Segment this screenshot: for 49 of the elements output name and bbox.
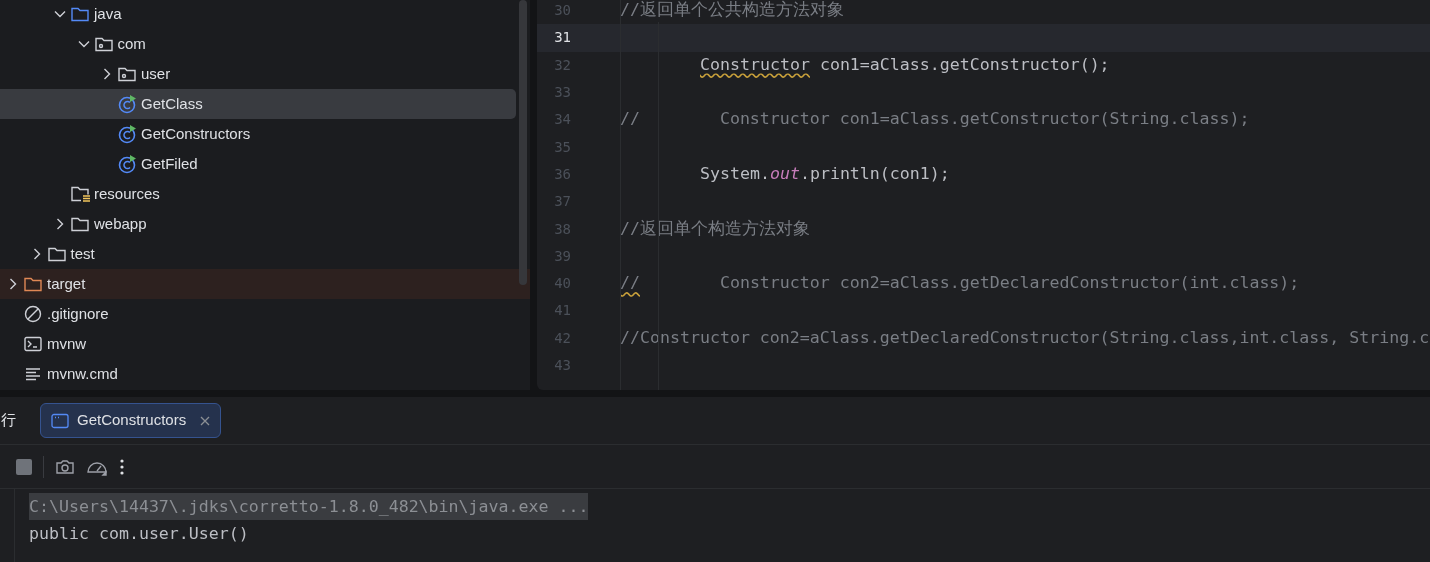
text-file-icon xyxy=(24,366,42,382)
code-token: con1=aClass.getConstructor(); xyxy=(818,53,1110,76)
package-icon xyxy=(118,66,136,82)
console-output: public com.user.User() xyxy=(29,523,249,545)
console-command: C:\Users\14437\.jdks\corretto-1.8.0_482\bin\java.exe ... xyxy=(29,493,589,520)
code-comment: //返回单个构造方法对象 xyxy=(620,217,810,240)
code-token: Constructor xyxy=(700,53,810,76)
run-tab[interactable]: GetConstructors xyxy=(40,403,222,438)
package-icon xyxy=(94,36,113,52)
ignored-file-icon xyxy=(24,305,42,323)
tree-item[interactable]: mvnw.cmd xyxy=(0,359,530,389)
tab-label: GetConstructors xyxy=(77,410,187,431)
window-icon xyxy=(51,412,69,429)
folder-icon xyxy=(47,246,66,262)
code-comment: // Constructor con1=aClass.getConstructor(String.class); xyxy=(620,108,1250,131)
line-number: 31 xyxy=(553,28,571,48)
tree-item[interactable]: test xyxy=(0,239,530,269)
class-icon xyxy=(118,124,138,144)
scrollbar[interactable] xyxy=(519,0,527,285)
tree-item[interactable]: target xyxy=(0,269,530,299)
stop-icon[interactable] xyxy=(16,458,32,475)
tree-item[interactable]: resources xyxy=(0,179,530,209)
code-comment: //返回单个公共构造方法对象 xyxy=(620,0,844,22)
camera-icon[interactable] xyxy=(55,457,75,476)
tree-item[interactable]: java xyxy=(0,0,530,29)
code-comment: Constructor con2=aClass.getDeclaredConstructor(int.class); xyxy=(718,272,1300,295)
code-comment: //Constructor con2=aClass.getDeclaredConstructor(String.class,int.class, String.c xyxy=(620,326,1430,349)
tree-item[interactable]: .gitignore xyxy=(0,299,530,329)
more-icon[interactable] xyxy=(119,457,125,476)
folder-icon xyxy=(71,6,89,22)
folder-icon xyxy=(71,216,89,232)
code-comment: // xyxy=(620,272,640,295)
tree-item[interactable]: GetFiled xyxy=(0,149,530,179)
tree-item[interactable]: user xyxy=(0,59,530,89)
terminal-icon xyxy=(24,336,42,352)
tree-item[interactable]: com xyxy=(0,29,530,59)
panel-title: 行 xyxy=(1,410,16,431)
close-icon[interactable] xyxy=(200,415,211,426)
tree-item[interactable]: mvnw xyxy=(0,329,530,359)
resources-folder-icon xyxy=(71,185,91,203)
class-icon xyxy=(118,154,138,174)
code-token: out xyxy=(769,163,800,185)
code-token: System. xyxy=(700,163,770,185)
code-token: .println(con1); xyxy=(799,163,950,185)
class-icon xyxy=(118,94,138,114)
tree-item[interactable]: webapp xyxy=(0,209,530,239)
tree-item[interactable]: GetClass xyxy=(0,89,516,119)
folder-icon xyxy=(24,276,42,292)
tree-item[interactable]: GetConstructors xyxy=(0,119,530,149)
